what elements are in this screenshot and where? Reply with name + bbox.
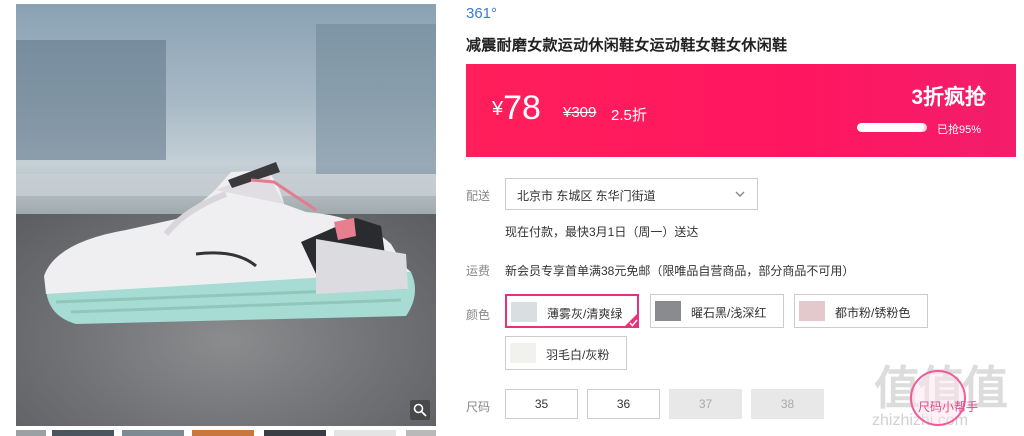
freight-text: 新会员专享首单满38元免邮（限唯品自营商品，部分商品不可用） (505, 264, 855, 278)
shipping-label: 配送 (466, 189, 491, 203)
selected-check-icon (623, 312, 639, 328)
chevron-down-icon (735, 191, 745, 197)
color-option[interactable]: 曜石黑/浅深红 (650, 294, 784, 328)
freight-label: 运费 (466, 264, 491, 278)
color-thumbnail (655, 301, 681, 321)
thumbnail[interactable] (16, 430, 46, 436)
sold-progress-fill (857, 123, 924, 132)
sale-price: ¥78 (492, 88, 541, 129)
color-option[interactable]: 都市粉/锈粉色 (794, 294, 928, 328)
shoe-illustration (44, 162, 415, 324)
thumbnail[interactable] (122, 430, 184, 436)
color-option-label: 羽毛白/灰粉 (546, 348, 610, 362)
color-option-label: 都市粉/锈粉色 (835, 306, 911, 320)
thumbnail[interactable] (52, 430, 114, 436)
size-option[interactable]: 35 (505, 389, 578, 419)
brand-link[interactable]: 361° (466, 5, 497, 22)
address-select[interactable]: 北京市 东城区 东华门街道 (505, 178, 758, 210)
sold-progress-bar (857, 123, 927, 132)
product-title: 减震耐磨女款运动休闲鞋女运动鞋女鞋女休闲鞋 (466, 37, 788, 54)
original-price: ¥309 (563, 104, 597, 121)
address-value: 北京市 东城区 东华门街道 (517, 189, 656, 203)
color-option[interactable]: 薄雾灰/清爽绿 (505, 294, 639, 328)
color-thumbnail (510, 343, 536, 363)
delivery-note: 现在付款，最快3月1日（周一）送达 (505, 225, 699, 239)
flash-sale-banner: ¥78 ¥309 2.5折 3折疯抢 已抢95% (466, 64, 1016, 157)
size-helper-label: 尺码小帮手 (918, 400, 979, 414)
sold-percent-text: 已抢95% (937, 124, 982, 136)
size-option-unavailable: 37 (669, 389, 742, 419)
color-option-label: 曜石黑/浅深红 (691, 306, 767, 320)
thumbnail-strip (16, 430, 436, 436)
zoom-button[interactable] (410, 400, 430, 420)
color-thumbnail (511, 302, 537, 322)
size-helper-button[interactable]: 尺码小帮手 (900, 368, 1010, 436)
thumbnail[interactable] (264, 430, 326, 436)
size-option-unavailable: 38 (751, 389, 824, 419)
thumbnail[interactable] (192, 430, 254, 436)
color-label: 颜色 (466, 308, 491, 322)
color-thumbnail (799, 301, 825, 321)
discount-rate: 2.5折 (611, 107, 647, 124)
color-option[interactable]: 羽毛白/灰粉 (505, 336, 627, 370)
product-image[interactable] (16, 4, 436, 426)
size-label: 尺码 (466, 400, 491, 414)
price-value: 78 (503, 89, 541, 127)
currency-symbol: ¥ (492, 98, 504, 120)
color-option-label: 薄雾灰/清爽绿 (547, 307, 623, 321)
thumbnail[interactable] (406, 430, 436, 436)
flash-sale-label: 3折疯抢 (911, 86, 986, 109)
size-option[interactable]: 36 (587, 389, 660, 419)
magnifier-icon (413, 403, 427, 417)
thumbnail[interactable] (334, 430, 396, 436)
